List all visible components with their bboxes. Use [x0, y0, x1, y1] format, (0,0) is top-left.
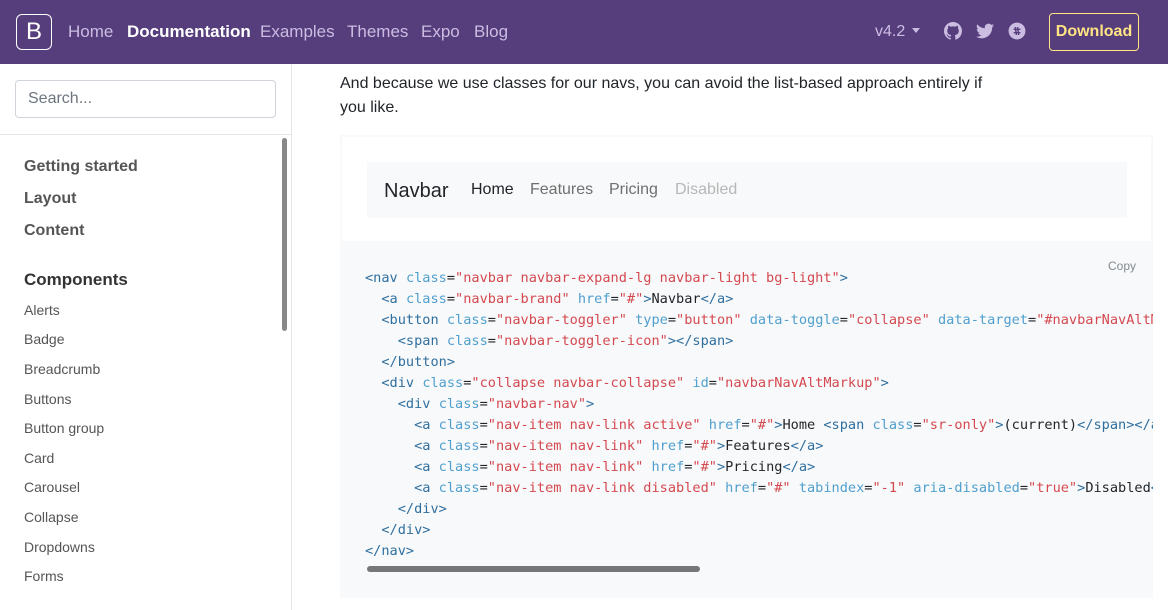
nav-examples[interactable]: Examples [260, 22, 335, 42]
docs-sidebar: Getting started Layout Content Component… [0, 64, 292, 610]
search-input[interactable] [15, 80, 276, 118]
sidebar-item-forms[interactable]: Forms [24, 568, 64, 584]
sidebar-item-content[interactable]: Content [24, 222, 84, 240]
demo-nav-features[interactable]: Features [530, 181, 593, 199]
navbar-example: Navbar Home Features Pricing Disabled [340, 135, 1153, 241]
download-button[interactable]: Download [1049, 13, 1139, 51]
twitter-icon[interactable] [976, 22, 994, 40]
sidebar-scrollbar[interactable] [282, 138, 287, 331]
nav-expo[interactable]: Expo [421, 22, 460, 42]
nav-home[interactable]: Home [68, 22, 113, 42]
bootstrap-logo[interactable]: B [16, 14, 52, 50]
demo-nav-disabled: Disabled [675, 181, 738, 198]
sidebar-item-card[interactable]: Card [24, 450, 54, 466]
code-block: Copy <nav class="navbar navbar-expand-lg… [340, 241, 1153, 598]
nav-blog[interactable]: Blog [474, 22, 508, 42]
sidebar-item-badge[interactable]: Badge [24, 331, 64, 347]
sidebar-item-dropdowns[interactable]: Dropdowns [24, 539, 95, 555]
code-snippet: <nav class="navbar navbar-expand-lg navb… [365, 270, 1153, 559]
version-label: v4.2 [875, 23, 906, 40]
sidebar-item-button-group[interactable]: Button group [24, 420, 104, 436]
version-dropdown[interactable]: v4.2 [875, 23, 921, 41]
demo-navbar: Navbar Home Features Pricing Disabled [367, 162, 1127, 218]
sidebar-item-getting-started[interactable]: Getting started [24, 158, 138, 176]
sidebar-item-carousel[interactable]: Carousel [24, 479, 80, 495]
github-icon[interactable] [944, 22, 962, 40]
top-navbar: B Home Documentation Examples Themes Exp… [0, 0, 1168, 64]
intro-paragraph: And because we use classes for our navs,… [340, 75, 983, 116]
sidebar-item-layout[interactable]: Layout [24, 190, 76, 208]
demo-nav-home[interactable]: Home [471, 181, 514, 199]
sidebar-search [0, 64, 291, 135]
nav-themes[interactable]: Themes [347, 22, 408, 42]
demo-nav-pricing[interactable]: Pricing [609, 181, 658, 199]
sidebar-item-breadcrumb[interactable]: Breadcrumb [24, 361, 100, 377]
sidebar-item-components[interactable]: Components [24, 270, 128, 290]
nav-documentation[interactable]: Documentation [127, 22, 251, 42]
sidebar-item-collapse[interactable]: Collapse [24, 509, 78, 525]
code-horizontal-scrollbar[interactable] [367, 566, 700, 572]
sidebar-item-alerts[interactable]: Alerts [24, 302, 60, 318]
chevron-down-icon [912, 28, 921, 33]
sidebar-item-buttons[interactable]: Buttons [24, 391, 71, 407]
demo-navbar-brand[interactable]: Navbar [384, 180, 448, 203]
slack-icon[interactable] [1008, 22, 1026, 40]
